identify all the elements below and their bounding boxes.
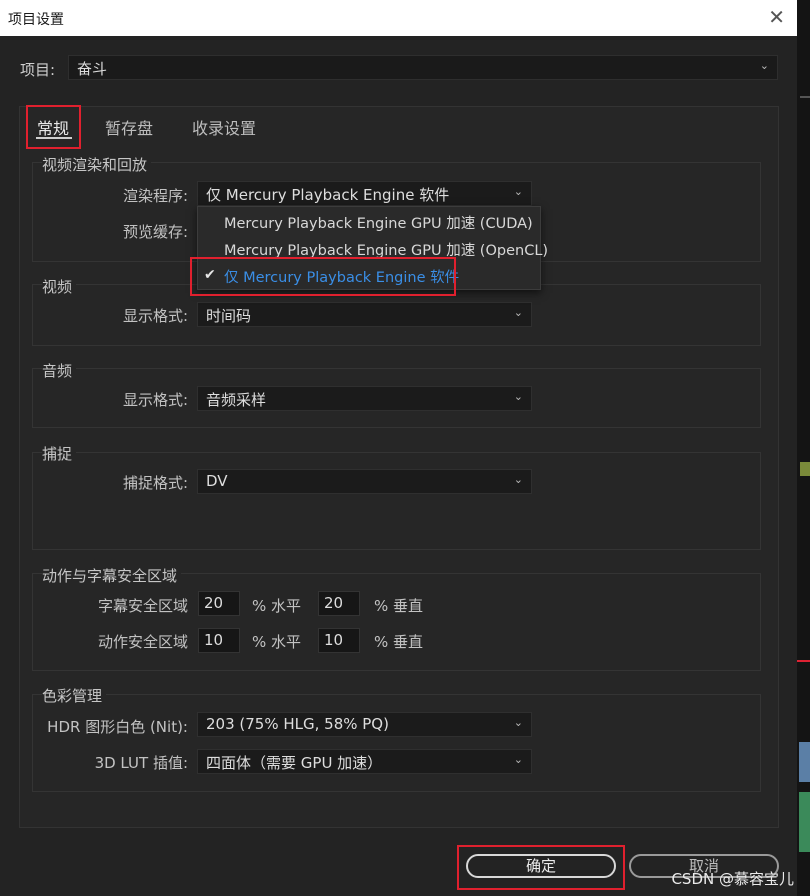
renderer-option-cuda[interactable]: Mercury Playback Engine GPU 加速 (CUDA) [224,212,533,233]
lut-interpolation-value: 四面体（需要 GPU 加速） [206,754,383,772]
capture-format-select[interactable]: DV ⌄ [197,469,532,494]
hdr-white-label: HDR 图形白色 (Nit): [47,718,188,736]
project-label: 项目: [20,61,56,79]
capture-format-label: 捕捉格式: [122,474,188,492]
title-safe-h-unit: % 水平 [252,597,302,615]
title-safe-horizontal-input[interactable]: 20 [198,591,240,616]
action-safe-horizontal-input[interactable]: 10 [198,628,240,653]
video-display-format-select[interactable]: 时间码 ⌄ [197,302,532,327]
project-value: 奋斗 [77,60,108,78]
strip-mark [797,660,810,662]
title-safe-label: 字幕安全区域 [97,597,188,615]
video-display-format-label: 显示格式: [122,307,188,325]
window-title: 项目设置 [8,12,64,28]
chevron-down-icon: ⌄ [513,473,523,486]
chevron-down-icon: ⌄ [513,306,523,319]
renderer-value: 仅 Mercury Playback Engine 软件 [206,186,450,204]
chevron-down-icon: ⌄ [759,59,769,72]
action-safe-h-unit: % 水平 [252,633,302,651]
lut-interpolation-select[interactable]: 四面体（需要 GPU 加速） ⌄ [197,749,532,774]
capture-group [32,452,761,550]
title-safe-v-unit: % 垂直 [374,597,424,615]
safe-zones-title: 动作与字幕安全区域 [42,565,182,586]
window-titlebar: 项目设置 ✕ [0,0,797,36]
project-select[interactable]: 奋斗 ⌄ [68,55,778,80]
color-management-title: 色彩管理 [42,685,107,706]
hdr-white-select[interactable]: 203 (75% HLG, 58% PQ) ⌄ [197,712,532,737]
color-management-group [32,694,761,792]
strip-mark [800,96,810,98]
lut-interpolation-label: 3D LUT 插值: [94,754,188,772]
highlight-box-ok-button [457,845,625,890]
highlight-box-software-option [190,257,456,296]
action-safe-vertical-input[interactable]: 10 [318,628,360,653]
capture-title: 捕捉 [42,443,77,464]
close-icon[interactable]: ✕ [768,6,785,28]
chevron-down-icon: ⌄ [513,753,523,766]
audio-display-format-select[interactable]: 音频采样 ⌄ [197,386,532,411]
highlight-box-general-tab [26,105,81,149]
action-safe-label: 动作安全区域 [97,633,188,651]
action-safe-v-unit: % 垂直 [374,633,424,651]
tab-ingest-settings[interactable]: 收录设置 [192,115,256,139]
background-app-strip [797,0,810,896]
chevron-down-icon: ⌄ [513,185,523,198]
tab-scratch-disks[interactable]: 暂存盘 [105,115,153,139]
chevron-down-icon: ⌄ [513,716,523,729]
video-title: 视频 [42,276,77,297]
audio-title: 音频 [42,360,77,381]
title-safe-vertical-input[interactable]: 20 [318,591,360,616]
renderer-label: 渲染程序: [122,187,188,205]
renderer-select[interactable]: 仅 Mercury Playback Engine 软件 ⌄ [197,181,532,206]
chevron-down-icon: ⌄ [513,390,523,403]
safe-zones-group [32,573,761,671]
strip-mark [800,462,810,476]
preview-cache-label: 预览缓存: [122,223,188,241]
strip-mark [799,792,810,852]
capture-format-value: DV [206,472,228,490]
video-render-title: 视频渲染和回放 [42,154,152,175]
hdr-white-value: 203 (75% HLG, 58% PQ) [206,715,389,733]
audio-display-format-label: 显示格式: [122,391,188,409]
audio-display-format-value: 音频采样 [206,391,267,409]
strip-mark [799,742,810,782]
video-display-format-value: 时间码 [206,307,252,325]
watermark-text: CSDN @慕容宝儿 [671,870,794,888]
